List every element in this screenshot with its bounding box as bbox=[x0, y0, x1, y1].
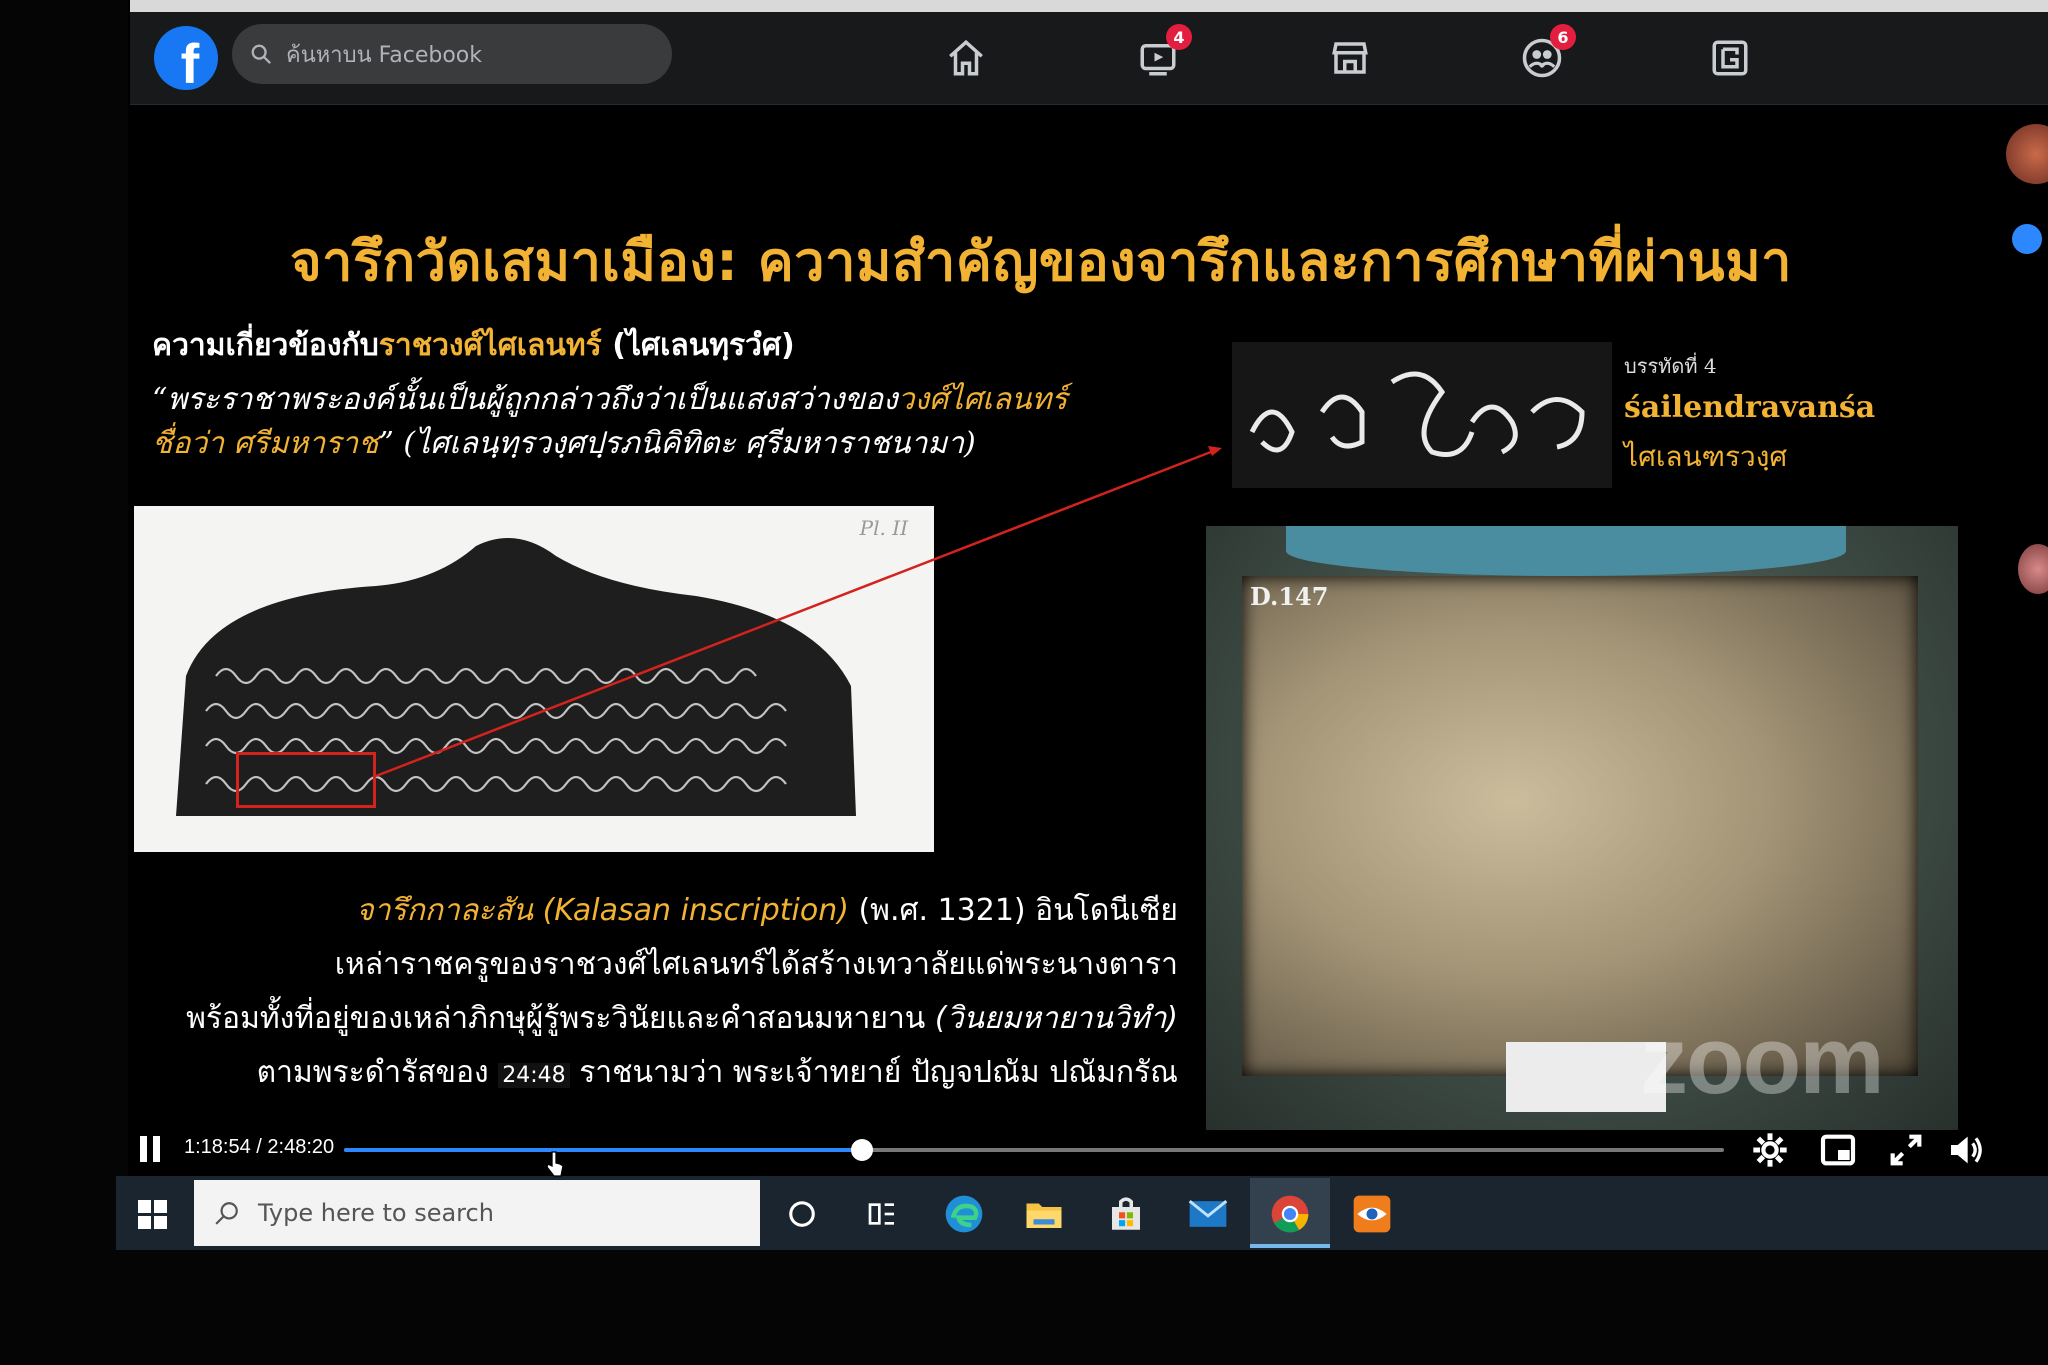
marketplace-icon bbox=[1332, 42, 1368, 74]
video-time: 1:18:54 / 2:48:20 bbox=[184, 1136, 335, 1158]
detail-script-glyphs bbox=[1232, 342, 1612, 488]
facebook-logo-icon[interactable]: f bbox=[154, 26, 218, 90]
groups-badge: 6 bbox=[1550, 24, 1576, 50]
window-top-strip bbox=[130, 0, 2048, 12]
pause-icon-bar bbox=[153, 1136, 160, 1162]
windows-taskbar: Type here to search bbox=[116, 1176, 2048, 1250]
taskbar-search-input[interactable]: Type here to search bbox=[194, 1180, 760, 1246]
windows-start-button[interactable] bbox=[138, 1200, 168, 1230]
slide-subhead: ความเกี่ยวข้องกับราชวงศ์ไศเลนทร์ (ไศเลนท… bbox=[152, 328, 795, 363]
edge-browser-icon bbox=[945, 1195, 983, 1233]
nav-marketplace[interactable] bbox=[1320, 28, 1380, 88]
search-icon bbox=[215, 1202, 238, 1225]
facebook-search-input[interactable]: ค้นหาบน Facebook bbox=[232, 24, 672, 84]
taskbar-file-explorer[interactable] bbox=[1018, 1188, 1070, 1240]
detail-thai: ไศเลนฑรวงฺศ bbox=[1624, 440, 1788, 473]
body-line: เหล่าราชครูของราชวงศ์ไศเลนทร์ได้สร้างเทว… bbox=[334, 947, 1178, 982]
miniplayer-icon[interactable] bbox=[1818, 1130, 1858, 1170]
pause-button[interactable] bbox=[140, 1136, 160, 1162]
windows-logo-icon-pane bbox=[138, 1216, 151, 1229]
taskbar-eye-app[interactable] bbox=[1346, 1188, 1398, 1240]
slide-body-text: จารึกกาละสัน (Kalasan inscription) (พ.ศ.… bbox=[78, 884, 1178, 1100]
volume-icon[interactable] bbox=[1946, 1130, 1986, 1170]
detail-caption: บรรทัดที่ 4 śailendravanśa ไศเลนฑรวงฺศ bbox=[1624, 350, 1875, 479]
plate-label: Pl. II bbox=[859, 516, 908, 540]
windows-logo-icon-pane bbox=[154, 1200, 167, 1213]
photo-label: D.147 bbox=[1250, 582, 1329, 611]
zoom-watermark: zoom bbox=[1640, 1007, 1885, 1114]
body-line: ตามพระดำรัสของ 24:48 ราชนามว่า พระเจ้าทย… bbox=[256, 1055, 1178, 1090]
cortana-button[interactable] bbox=[776, 1188, 828, 1240]
gaming-icon bbox=[1712, 40, 1748, 76]
inscription-detail-image bbox=[1232, 342, 1612, 488]
slide-quote: “พระราชาพระองค์นั้นเป็นผู้ถูกกล่าวถึงว่า… bbox=[152, 382, 1068, 461]
nav-gaming[interactable] bbox=[1700, 28, 1760, 88]
taskbar-mail[interactable] bbox=[1182, 1188, 1234, 1240]
fullscreen-icon[interactable] bbox=[1886, 1130, 1926, 1170]
home-icon bbox=[949, 39, 983, 76]
folder-icon bbox=[1026, 1203, 1062, 1228]
nav-watch[interactable]: 4 bbox=[1128, 24, 1192, 88]
detail-line-number: บรรทัดที่ 4 bbox=[1624, 354, 1717, 378]
search-placeholder: ค้นหาบน Facebook bbox=[286, 42, 482, 68]
facebook-top-bar: f ค้นหาบน Facebook 4 6 bbox=[130, 12, 2048, 105]
store-bag-icon bbox=[1112, 1197, 1140, 1230]
windows-logo-icon-pane bbox=[154, 1216, 167, 1229]
chrome-browser-icon bbox=[1271, 1195, 1309, 1233]
taskbar-edge[interactable] bbox=[938, 1188, 990, 1240]
mouse-cursor-icon bbox=[546, 1151, 564, 1177]
search-icon bbox=[251, 44, 271, 64]
eye-app-icon bbox=[1353, 1195, 1391, 1233]
watch-badge: 4 bbox=[1166, 24, 1192, 50]
windows-logo-icon bbox=[138, 1200, 151, 1213]
settings-gear-icon[interactable] bbox=[1750, 1130, 1790, 1170]
photo-background bbox=[1286, 526, 1846, 576]
seek-handle[interactable] bbox=[850, 1139, 873, 1161]
nav-groups[interactable]: 6 bbox=[1512, 24, 1576, 88]
seek-progress bbox=[344, 1148, 862, 1152]
pause-icon bbox=[140, 1136, 147, 1162]
cortana-circle-icon bbox=[789, 1201, 815, 1227]
body-line: พร้อมทั้งที่อยู่ของเหล่าภิกษุผู้รู้พระวิ… bbox=[186, 1001, 1178, 1036]
taskbar-search-placeholder: Type here to search bbox=[258, 1199, 494, 1227]
detail-roman: śailendravanśa bbox=[1624, 390, 1876, 425]
slide-title: จารึกวัดเสมาเมือง: ความสำคัญของจารึกและก… bbox=[290, 230, 1792, 293]
task-view-icon bbox=[868, 1203, 894, 1225]
seek-time-tooltip: 24:48 bbox=[498, 1063, 570, 1088]
stone-slab bbox=[1242, 576, 1918, 1076]
task-view-button[interactable] bbox=[856, 1188, 908, 1240]
highlight-box bbox=[236, 752, 376, 808]
contact-avatar[interactable] bbox=[2012, 224, 2042, 254]
nav-home[interactable] bbox=[936, 28, 996, 88]
taskbar-store[interactable] bbox=[1100, 1188, 1152, 1240]
taskbar-chrome[interactable] bbox=[1264, 1188, 1316, 1240]
video-controls: 1:18:54 / 2:48:20 bbox=[130, 1120, 1990, 1180]
mail-envelope-icon bbox=[1188, 1200, 1228, 1227]
body-line: จารึกกาละสัน (Kalasan inscription) (พ.ศ.… bbox=[356, 893, 1178, 928]
